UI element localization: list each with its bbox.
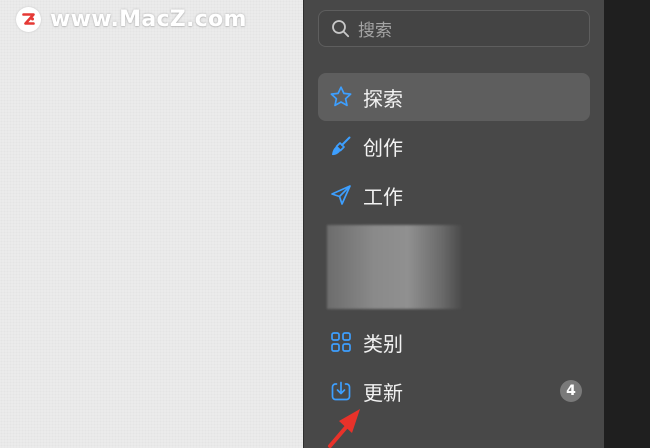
sidebar-item-create[interactable]: 创作 [318,122,590,170]
brush-icon [329,134,353,158]
annotation-arrow-icon [328,409,360,448]
right-pane [604,0,650,448]
sidebar: 搜索 探索 创作 工作 类别 更新 4 [303,0,604,448]
sidebar-item-label: 工作 [363,184,403,209]
sidebar-item-label: 类别 [363,331,403,356]
left-pane: www.MacZ.com [0,0,303,448]
grid-icon [329,330,353,354]
watermark: www.MacZ.com [16,7,247,32]
download-icon [329,379,353,403]
watermark-logo [16,7,41,32]
z-logo-icon [22,13,35,25]
sidebar-item-work[interactable]: 工作 [318,171,590,219]
paper-plane-icon [329,183,353,207]
search-placeholder: 搜索 [358,21,392,41]
search-field[interactable]: 搜索 [318,10,590,47]
search-icon [331,19,350,38]
sidebar-item-label: 更新 [363,380,403,405]
sidebar-item-explore[interactable]: 探索 [318,73,590,121]
blurred-image [327,225,462,309]
updates-count-badge: 4 [560,380,582,402]
star-icon [329,85,353,109]
watermark-text: www.MacZ.com [50,7,247,32]
sidebar-item-categories[interactable]: 类别 [318,318,590,366]
sidebar-item-label: 创作 [363,135,403,160]
sidebar-item-label: 探索 [363,86,403,111]
